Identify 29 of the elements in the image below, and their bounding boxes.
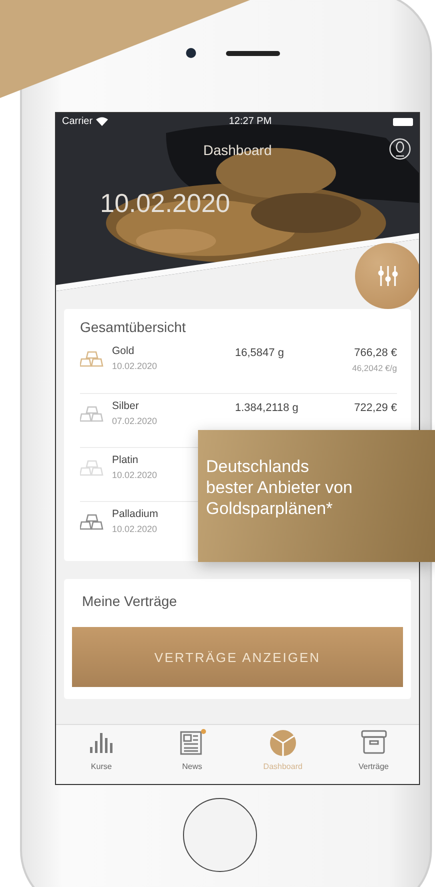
metal-date: 07.02.2020 xyxy=(112,416,158,426)
metal-name: Silber xyxy=(112,400,140,412)
wifi-icon xyxy=(96,117,108,126)
selected-date: 10.02.2020 xyxy=(100,188,230,219)
price-per-gram: 46,2042 €/g xyxy=(352,363,397,373)
tab-item[interactable]: Verträge xyxy=(334,729,414,784)
camera-dot xyxy=(186,48,196,58)
filter-button[interactable] xyxy=(355,243,419,309)
metal-value: 722,29 € xyxy=(354,401,397,414)
metal-weight: 16,5847 g xyxy=(235,347,284,359)
archive-box-icon xyxy=(360,729,388,755)
tab-item[interactable]: Kurse xyxy=(61,729,142,784)
section-title: Gesamtübersicht xyxy=(80,319,187,335)
carrier-label: Carrier xyxy=(62,116,93,127)
metal-name: Gold xyxy=(112,345,136,357)
metal-value: 766,28 € xyxy=(354,346,397,359)
speaker-slot xyxy=(226,50,280,56)
sliders-icon xyxy=(377,265,399,287)
promo-text: Deutschlands bester Anbieter von Goldsparplänen* xyxy=(206,456,354,519)
section-title: Meine Verträge xyxy=(82,593,178,609)
metal-weight: 1.384,2118 g xyxy=(235,402,298,414)
metal-date: 10.02.2020 xyxy=(112,470,158,480)
status-time: 12:27 PM xyxy=(228,116,272,127)
metal-date: 10.02.2020 xyxy=(112,524,158,534)
screen-title: Dashboard xyxy=(203,142,272,158)
metal-date: 10.02.2020 xyxy=(112,361,158,371)
tab-item[interactable]: News xyxy=(152,729,232,784)
user-icon[interactable] xyxy=(389,138,411,160)
dashboard-circle-icon xyxy=(268,729,297,757)
